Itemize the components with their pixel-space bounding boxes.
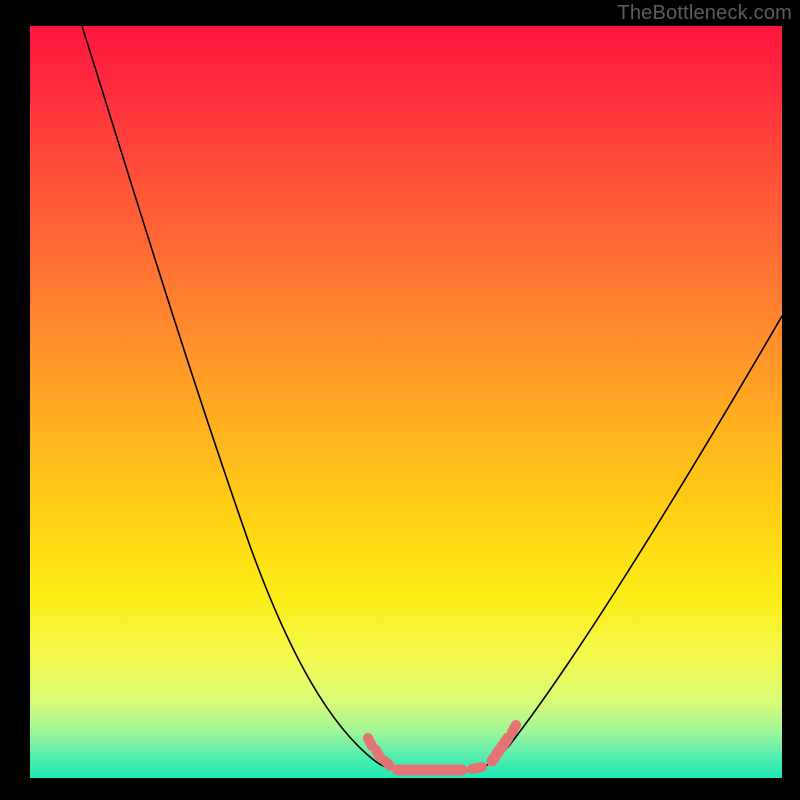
chart-frame: TheBottleneck.com [0, 0, 800, 800]
curve-right [475, 316, 782, 770]
curve-overlay [30, 26, 782, 778]
dash-1 [368, 738, 372, 746]
highlight-dashes [368, 725, 516, 770]
plot-area [30, 26, 782, 778]
watermark-text: TheBottleneck.com [617, 2, 792, 25]
dash-5 [472, 767, 482, 769]
curve-left [82, 26, 395, 770]
dash-3 [385, 761, 390, 766]
dash-6 [492, 738, 508, 761]
dash-2 [376, 750, 380, 757]
dash-7 [512, 725, 516, 732]
